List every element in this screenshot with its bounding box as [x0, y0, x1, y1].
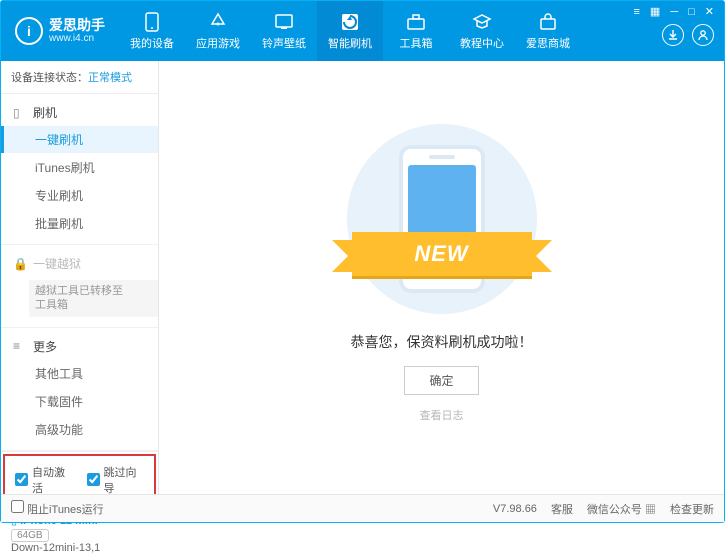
more-icon: ≡: [13, 339, 27, 353]
check-update-link[interactable]: 检查更新: [670, 501, 714, 517]
customer-service-link[interactable]: 客服: [551, 501, 573, 517]
flash-icon: [340, 12, 360, 32]
skin-icon[interactable]: ▦: [650, 5, 660, 18]
main-content: NEW 恭喜您，保资料刷机成功啦！ 确定 查看日志: [159, 61, 724, 496]
wechat-link[interactable]: 微信公众号 ▦: [587, 501, 656, 517]
sidebar-item-download-firmware[interactable]: 下载固件: [1, 388, 158, 415]
sidebar-item-oneclick-flash[interactable]: 一键刷机: [1, 126, 158, 153]
qrcode-icon: ▦: [645, 504, 656, 516]
nav-toolbox[interactable]: 工具箱: [383, 1, 449, 61]
menu-icon[interactable]: ≡: [634, 6, 640, 18]
sidebar: 设备连接状态：正常模式 ▯ 刷机 一键刷机 iTunes刷机 专业刷机 批量刷机…: [1, 61, 159, 496]
download-button[interactable]: [662, 24, 684, 46]
ok-button[interactable]: 确定: [404, 366, 478, 395]
new-ribbon: NEW: [352, 232, 532, 276]
apps-icon: [208, 12, 228, 32]
lock-icon: 🔒: [13, 257, 27, 271]
brand-title: 爱思助手: [49, 18, 105, 33]
status-footer: 阻止iTunes运行 V7.98.66 客服 微信公众号 ▦ 检查更新: [1, 494, 724, 522]
nav-my-device[interactable]: 我的设备: [119, 1, 185, 61]
nav-tutorial[interactable]: 教程中心: [449, 1, 515, 61]
connection-status: 设备连接状态：正常模式: [1, 61, 158, 94]
phone-small-icon: ▯: [13, 106, 27, 120]
brand: i 爱思助手 www.i4.cn: [1, 17, 119, 45]
logo-icon: i: [15, 17, 43, 45]
sidebar-item-batch-flash[interactable]: 批量刷机: [1, 210, 158, 237]
top-nav: 我的设备 应用游戏 铃声壁纸 智能刷机 工具箱 教程中心 爱思商城: [119, 1, 581, 61]
nav-flash[interactable]: 智能刷机: [317, 1, 383, 61]
block-itunes-checkbox[interactable]: 阻止iTunes运行: [11, 500, 104, 517]
sidebar-section-more[interactable]: ≡ 更多: [1, 334, 158, 359]
app-header: i 爱思助手 www.i4.cn 我的设备 应用游戏 铃声壁纸 智能刷机 工具箱: [1, 1, 724, 61]
wallpaper-icon: [274, 12, 294, 32]
jailbreak-note: 越狱工具已转移至 工具箱: [29, 280, 158, 317]
view-log-link[interactable]: 查看日志: [420, 407, 464, 423]
maximize-icon[interactable]: □: [688, 6, 695, 18]
sidebar-item-pro-flash[interactable]: 专业刷机: [1, 182, 158, 209]
sidebar-item-advanced[interactable]: 高级功能: [1, 416, 158, 443]
skip-guide-checkbox[interactable]: 跳过向导: [87, 464, 145, 496]
user-button[interactable]: [692, 24, 714, 46]
auto-activate-checkbox[interactable]: 自动激活: [15, 464, 73, 496]
close-icon[interactable]: ✕: [705, 5, 714, 18]
success-illustration: NEW: [312, 134, 572, 304]
success-message: 恭喜您，保资料刷机成功啦！: [351, 332, 533, 352]
store-icon: [538, 12, 558, 32]
sidebar-item-other-tools[interactable]: 其他工具: [1, 360, 158, 387]
sidebar-section-jailbreak: 🔒 一键越狱: [1, 251, 158, 276]
brand-url: www.i4.cn: [49, 33, 105, 44]
version-label: V7.98.66: [493, 503, 537, 515]
window-controls: ≡ ▦ ─ □ ✕: [630, 1, 719, 18]
sidebar-item-itunes-flash[interactable]: iTunes刷机: [1, 154, 158, 181]
toolbox-icon: [406, 12, 426, 32]
phone-icon: [142, 12, 162, 32]
nav-ringtones[interactable]: 铃声壁纸: [251, 1, 317, 61]
sidebar-section-flash[interactable]: ▯ 刷机: [1, 100, 158, 125]
tutorial-icon: [472, 12, 492, 32]
nav-apps[interactable]: 应用游戏: [185, 1, 251, 61]
minimize-icon[interactable]: ─: [670, 6, 678, 18]
nav-store[interactable]: 爱思商城: [515, 1, 581, 61]
